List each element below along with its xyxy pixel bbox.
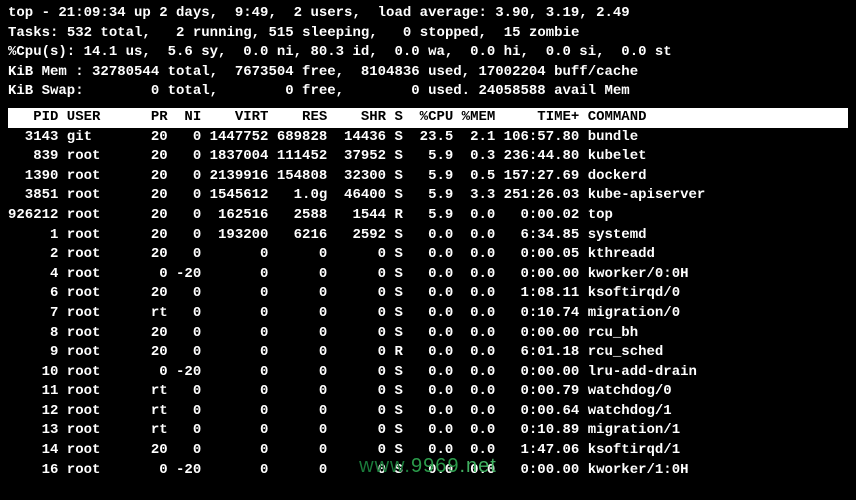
process-row: 1 root 20 0 193200 6216 2592 S 0.0 0.0 6… [8,226,848,246]
process-row: 9 root 20 0 0 0 0 R 0.0 0.0 6:01.18 rcu_… [8,343,848,363]
process-row: 12 root rt 0 0 0 0 S 0.0 0.0 0:00.64 wat… [8,402,848,422]
process-row: 10 root 0 -20 0 0 0 S 0.0 0.0 0:00.00 lr… [8,363,848,383]
process-table-header: PID USER PR NI VIRT RES SHR S %CPU %MEM … [8,108,848,128]
summary-mem: KiB Mem : 32780544 total, 7673504 free, … [8,63,848,83]
process-row: 11 root rt 0 0 0 0 S 0.0 0.0 0:00.79 wat… [8,382,848,402]
process-row: 13 root rt 0 0 0 0 S 0.0 0.0 0:10.89 mig… [8,421,848,441]
process-row: 1390 root 20 0 2139916 154808 32300 S 5.… [8,167,848,187]
summary-cpu: %Cpu(s): 14.1 us, 5.6 sy, 0.0 ni, 80.3 i… [8,43,848,63]
process-row: 2 root 20 0 0 0 0 S 0.0 0.0 0:00.05 kthr… [8,245,848,265]
process-row: 6 root 20 0 0 0 0 S 0.0 0.0 1:08.11 ksof… [8,284,848,304]
summary-tasks: Tasks: 532 total, 2 running, 515 sleepin… [8,24,848,44]
process-list[interactable]: 3143 git 20 0 1447752 689828 14436 S 23.… [8,128,848,481]
process-row: 926212 root 20 0 162516 2588 1544 R 5.9 … [8,206,848,226]
process-row: 3143 git 20 0 1447752 689828 14436 S 23.… [8,128,848,148]
summary-uptime: top - 21:09:34 up 2 days, 9:49, 2 users,… [8,4,848,24]
process-row: 7 root rt 0 0 0 0 S 0.0 0.0 0:10.74 migr… [8,304,848,324]
process-row: 14 root 20 0 0 0 0 S 0.0 0.0 1:47.06 kso… [8,441,848,461]
process-row: 4 root 0 -20 0 0 0 S 0.0 0.0 0:00.00 kwo… [8,265,848,285]
top-summary: top - 21:09:34 up 2 days, 9:49, 2 users,… [8,4,848,102]
process-row: 8 root 20 0 0 0 0 S 0.0 0.0 0:00.00 rcu_… [8,324,848,344]
process-row: 839 root 20 0 1837004 111452 37952 S 5.9… [8,147,848,167]
process-row: 16 root 0 -20 0 0 0 S 0.0 0.0 0:00.00 kw… [8,461,848,481]
process-row: 3851 root 20 0 1545612 1.0g 46400 S 5.9 … [8,186,848,206]
summary-swap: KiB Swap: 0 total, 0 free, 0 used. 24058… [8,82,848,102]
